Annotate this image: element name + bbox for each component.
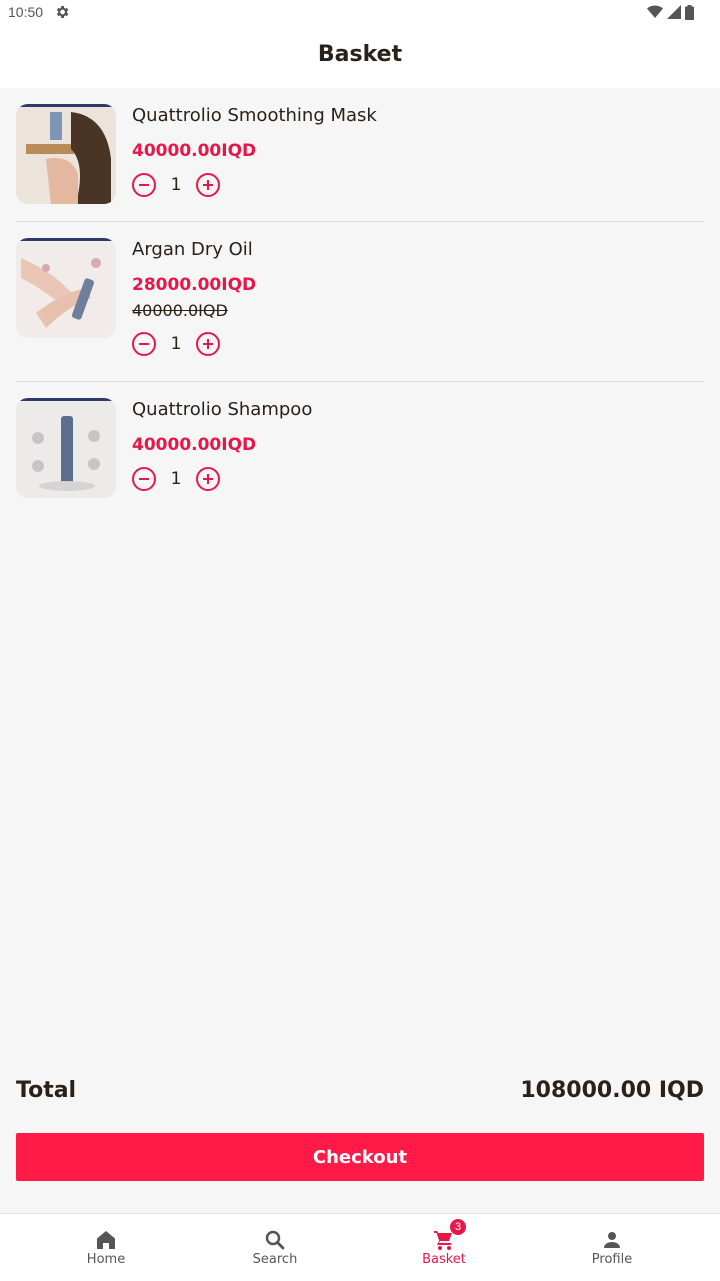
- nav-home[interactable]: Home: [56, 1214, 156, 1281]
- bottom-navigation: Home Search 3 Basket Profile: [0, 1213, 720, 1281]
- basket-item: Argan Dry Oil 28000.00IQD 40000.0IQD 1: [16, 222, 704, 382]
- basket-list: Quattrolio Smoothing Mask 40000.00IQD 1 …: [16, 88, 704, 512]
- product-image[interactable]: [16, 238, 116, 338]
- wifi-icon: [647, 5, 663, 18]
- nav-basket[interactable]: 3 Basket: [394, 1214, 494, 1281]
- quantity-stepper: 1: [132, 173, 232, 201]
- quantity-value: 1: [170, 334, 182, 354]
- cell-signal-icon: [667, 5, 681, 19]
- product-name[interactable]: Quattrolio Shampoo: [132, 399, 312, 420]
- person-icon: [604, 1232, 620, 1248]
- quantity-value: 1: [170, 175, 182, 195]
- nav-search-label: Search: [252, 1252, 298, 1267]
- quantity-stepper: 1: [132, 332, 232, 360]
- nav-profile[interactable]: Profile: [562, 1214, 662, 1281]
- battery-icon: [685, 4, 694, 20]
- nav-basket-label: Basket: [422, 1252, 466, 1267]
- nav-home-label: Home: [86, 1252, 126, 1267]
- basket-count-badge: 3: [450, 1219, 466, 1235]
- quantity-stepper: 1: [132, 467, 232, 495]
- product-price: 28000.00IQD: [132, 275, 257, 295]
- search-icon: [265, 1230, 285, 1250]
- basket-item: Quattrolio Smoothing Mask 40000.00IQD 1: [16, 88, 704, 222]
- product-name[interactable]: Argan Dry Oil: [132, 239, 253, 260]
- app-bar: Basket: [0, 24, 720, 88]
- product-price: 40000.00IQD: [132, 435, 257, 455]
- nav-profile-label: Profile: [591, 1252, 633, 1267]
- checkout-button[interactable]: Checkout: [16, 1133, 704, 1181]
- decrease-quantity-button[interactable]: [132, 173, 156, 197]
- nav-search[interactable]: Search: [225, 1214, 325, 1281]
- decrease-quantity-button[interactable]: [132, 332, 156, 356]
- basket-item: Quattrolio Shampoo 40000.00IQD 1: [16, 382, 704, 512]
- total-value: 108000.00 IQD: [520, 1078, 704, 1103]
- product-name[interactable]: Quattrolio Smoothing Mask: [132, 105, 377, 126]
- product-image[interactable]: [16, 398, 116, 498]
- status-time: 10:50: [8, 4, 44, 20]
- total-row: Total 108000.00 IQD: [16, 1078, 704, 1110]
- page-title: Basket: [317, 42, 403, 67]
- increase-quantity-button[interactable]: [196, 332, 220, 356]
- original-price: 40000.0IQD: [132, 301, 228, 320]
- product-price: 40000.00IQD: [132, 141, 257, 161]
- total-label: Total: [16, 1078, 77, 1103]
- product-image[interactable]: [16, 104, 116, 204]
- quantity-value: 1: [170, 469, 182, 489]
- decrease-quantity-button[interactable]: [132, 467, 156, 491]
- settings-gear-icon: [56, 6, 69, 18]
- increase-quantity-button[interactable]: [196, 173, 220, 197]
- home-icon: [97, 1231, 115, 1249]
- status-icons: [647, 4, 694, 20]
- increase-quantity-button[interactable]: [196, 467, 220, 491]
- status-bar: 10:50: [0, 0, 720, 24]
